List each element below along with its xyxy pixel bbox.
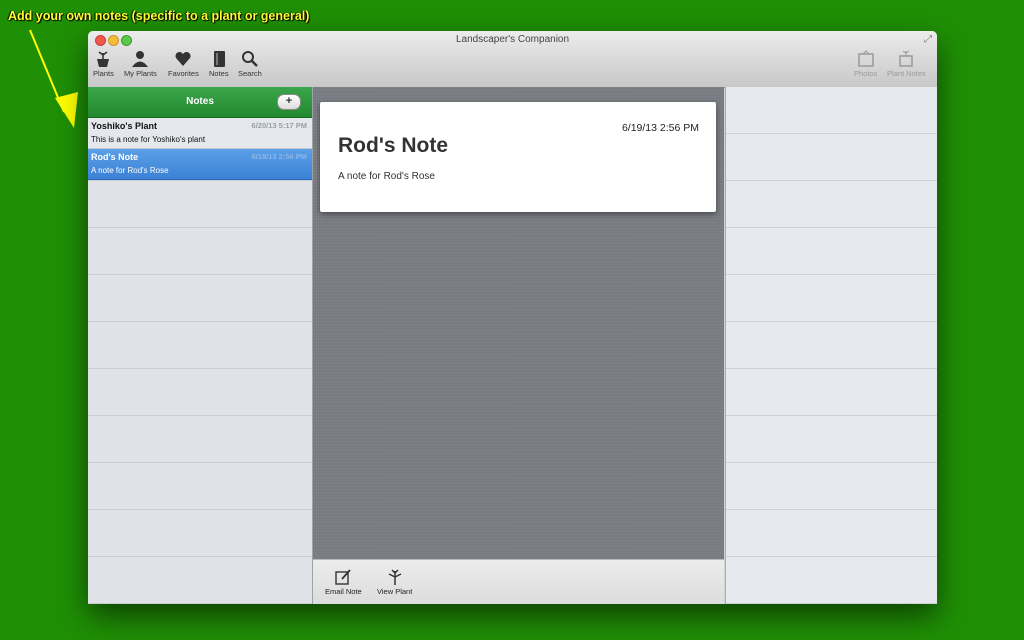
view-plant-button[interactable]: View Plant: [377, 569, 412, 596]
note-item-date: 6/20/13 5:17 PM: [251, 121, 307, 130]
toolbar-favorites-button[interactable]: Favorites: [168, 50, 199, 78]
note-card[interactable]: 6/19/13 2:56 PM Rod's Note A note for Ro…: [320, 102, 716, 212]
toolbar-notes-label: Notes: [209, 69, 229, 78]
compose-icon: [335, 569, 352, 585]
note-item-title: Rod's Note: [91, 152, 139, 162]
toolbar-plants-button[interactable]: Plants: [93, 50, 114, 78]
note-body[interactable]: A note for Rod's Rose: [338, 171, 435, 182]
note-list-item-selected[interactable]: Rod's Note 6/19/13 2:56 PM A note for Ro…: [88, 149, 312, 180]
toolbar-favorites-label: Favorites: [168, 69, 199, 78]
email-note-button[interactable]: Email Note: [325, 569, 362, 596]
email-note-label: Email Note: [325, 587, 362, 596]
toolbar-plants-label: Plants: [93, 69, 114, 78]
fullscreen-icon[interactable]: ⤢: [924, 34, 932, 45]
toolbar-my-plants-button[interactable]: My Plants: [124, 50, 157, 78]
note-item-preview: A note for Rod's Rose: [91, 166, 169, 175]
toolbar-photos-label: Photos: [854, 69, 878, 78]
note-list-item[interactable]: Yoshiko's Plant 6/20/13 5:17 PM This is …: [88, 118, 312, 149]
detail-action-bar: Email Note View Plant: [313, 559, 724, 604]
toolbar-photos-button[interactable]: Photos: [854, 50, 877, 78]
search-icon: [241, 51, 258, 67]
note-date: 6/19/13 2:56 PM: [621, 122, 699, 134]
plant-pot-icon: [97, 51, 110, 67]
add-note-button[interactable]: +: [277, 94, 301, 110]
title-bar: Landscaper's Companion ⤢ Plants My Plant…: [88, 31, 937, 88]
note-item-date: 6/19/13 2:56 PM: [251, 152, 307, 161]
window-title: Landscaper's Companion: [455, 34, 570, 45]
toolbar-plant-notes-label: Plant Notes: [887, 69, 926, 78]
notes-sidebar: Notes + Yoshiko's Plant 6/20/13 5:17 PM …: [88, 87, 313, 604]
heart-icon: [175, 51, 191, 66]
photo-frame-icon: [857, 50, 874, 67]
toolbar-plant-notes-button[interactable]: Plant Notes: [887, 50, 926, 78]
toolbar-search-label: Search: [238, 69, 262, 78]
note-item-title: Yoshiko's Plant: [91, 121, 157, 131]
sidebar-header: Notes +: [88, 87, 312, 118]
person-icon: [132, 51, 149, 67]
plant-notes-pane: [725, 87, 937, 604]
app-window: Landscaper's Companion ⤢ Plants My Plant…: [88, 31, 937, 604]
toolbar-my-plants-label: My Plants: [124, 69, 157, 78]
toolbar-search-button[interactable]: Search: [238, 50, 262, 78]
note-item-preview: This is a note for Yoshiko's plant: [91, 135, 206, 144]
note-title[interactable]: Rod's Note: [338, 134, 448, 158]
view-plant-label: View Plant: [377, 587, 413, 596]
plant-sprout-icon: [388, 569, 401, 585]
notebook-icon: [213, 51, 225, 67]
toolbar-notes-button[interactable]: Notes: [209, 50, 229, 78]
note-detail-pane: 6/19/13 2:56 PM Rod's Note A note for Ro…: [313, 87, 724, 559]
plant-note-icon: [899, 50, 914, 67]
